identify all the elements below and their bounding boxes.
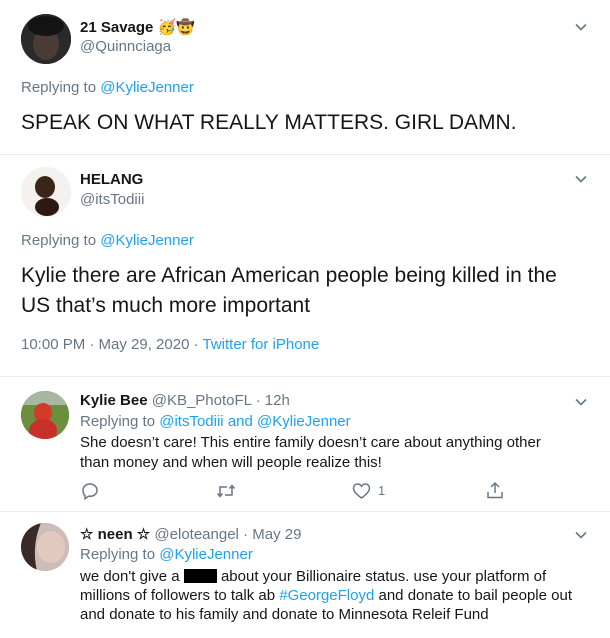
display-name[interactable]: 21 Savage 🥳🤠 — [80, 18, 195, 36]
display-name[interactable]: ☆ neen ☆ — [80, 526, 150, 543]
mention-link[interactable]: @KylieJenner — [159, 546, 253, 563]
avatar-image — [21, 523, 69, 571]
user-handle[interactable]: @KB_PhotoFL — [152, 392, 252, 409]
replying-to: Replying to @KylieJenner — [21, 232, 194, 249]
user-handle[interactable]: @Quinnciaga — [80, 38, 171, 55]
replying-label: Replying to — [80, 546, 156, 563]
reply-icon[interactable] — [81, 482, 99, 500]
tweet-text-line: Kylie there are African American people … — [21, 264, 557, 287]
reply-text-segment: about your Billionaire status. use your … — [220, 568, 547, 585]
chevron-down-icon[interactable] — [574, 172, 588, 186]
retweet-icon[interactable] — [216, 482, 236, 500]
reply-text-segment: and donate to bail people out — [378, 587, 573, 604]
redaction-bar — [183, 569, 217, 583]
replying-to: Replying to @KylieJenner — [80, 546, 253, 563]
reply-text-line: we don't give a about your Billionaire s… — [80, 567, 546, 587]
tweet-text-line: US that’s much more important — [21, 294, 311, 317]
replying-label: Replying to — [21, 79, 97, 96]
avatar[interactable] — [21, 167, 71, 217]
avatar[interactable] — [21, 14, 71, 64]
party-face-emoji-icon: 🥳 — [157, 19, 177, 36]
divider — [0, 154, 610, 155]
tweet-text: SPEAK ON WHAT REALLY MATTERS. GIRL DAMN. — [21, 111, 517, 134]
user-handle[interactable]: @eloteangel — [154, 526, 238, 543]
timestamp[interactable]: 10:00 PM · May 29, 2020 — [21, 336, 189, 353]
avatar-image — [21, 391, 69, 439]
reply-text-segment: millions of followers to talk ab — [80, 587, 276, 604]
reply-text-line: and donate to his family and donate to M… — [80, 606, 489, 623]
like-icon[interactable] — [352, 482, 371, 500]
mention-link[interactable]: @KylieJenner — [100, 232, 194, 249]
display-name[interactable]: Kylie Bee — [80, 392, 148, 409]
source-link[interactable]: Twitter for iPhone — [203, 336, 320, 353]
reply-text-line: millions of followers to talk ab #George… — [80, 586, 572, 606]
cowboy-emoji-icon: 🤠 — [176, 19, 195, 36]
reply-text-line: than money and when will people realize … — [80, 454, 382, 471]
mention-link[interactable]: @KylieJenner — [257, 413, 351, 430]
chevron-down-icon[interactable] — [574, 20, 588, 34]
avatar[interactable] — [21, 523, 69, 571]
reply-text-segment: we don't give a — [80, 568, 180, 585]
reply-text-line: She doesn’t care! This entire family doe… — [80, 434, 541, 451]
chevron-down-icon[interactable] — [574, 395, 588, 409]
like-count: 1 — [378, 483, 386, 498]
replying-to: Replying to @itsTodiii and @KylieJenner — [80, 413, 351, 430]
avatar[interactable] — [21, 391, 69, 439]
user-handle[interactable]: @itsTodiii — [80, 191, 144, 208]
display-name[interactable]: HELANG — [80, 171, 143, 188]
reply-header: ☆ neen ☆ @eloteangel · May 29 — [80, 525, 301, 543]
reply-time[interactable]: · 12h — [256, 392, 290, 409]
hashtag-link[interactable]: #GeorgeFloyd — [279, 587, 374, 604]
meta-separator: · — [189, 336, 203, 353]
divider — [0, 511, 610, 512]
and-label: and — [227, 413, 253, 430]
share-icon[interactable] — [486, 481, 504, 500]
replying-label: Replying to — [80, 413, 156, 430]
reply-header: Kylie Bee @KB_PhotoFL · 12h — [80, 392, 290, 409]
display-name-text[interactable]: 21 Savage — [80, 19, 153, 36]
mention-link[interactable]: @itsTodiii — [159, 413, 223, 430]
avatar-image — [21, 14, 71, 64]
divider — [0, 376, 610, 377]
chevron-down-icon[interactable] — [574, 528, 588, 542]
mention-link[interactable]: @KylieJenner — [100, 79, 194, 96]
replying-to: Replying to @KylieJenner — [21, 79, 194, 96]
avatar-image — [21, 167, 71, 217]
tweet-meta: 10:00 PM · May 29, 2020 · Twitter for iP… — [21, 336, 319, 353]
reply-time[interactable]: · May 29 — [243, 526, 301, 543]
replying-label: Replying to — [21, 232, 97, 249]
